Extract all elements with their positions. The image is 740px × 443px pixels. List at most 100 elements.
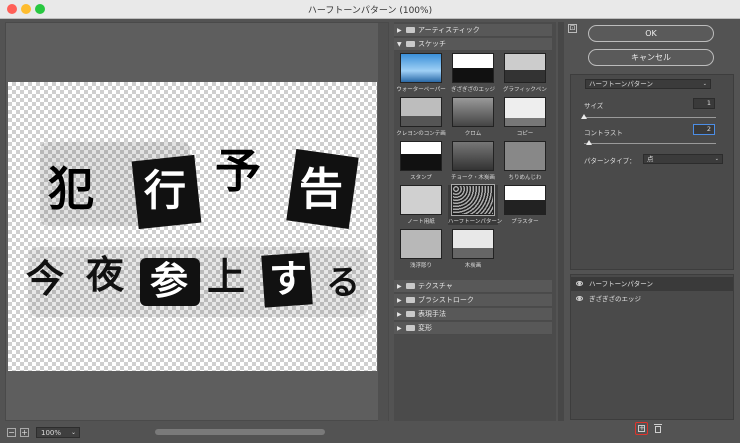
filter-thumbnail[interactable]: ウォーターペーパー <box>396 53 446 93</box>
category-label: 変形 <box>418 324 432 332</box>
thumbnail-image <box>400 229 442 259</box>
artwork-char: す <box>269 257 308 301</box>
size-slider[interactable] <box>581 114 716 119</box>
pattern-type-select[interactable]: 点 ⌄ <box>643 154 723 164</box>
filter-gallery-window: ハーフトーンパターン (100%) 犯 行 予 告 今 夜 参 上 す る − <box>0 0 740 443</box>
filter-gallery-list: ▶ アーティスティック ▼ スケッチ ウォーターペーパー ぎざぎざのエッジ グラ… <box>394 22 556 421</box>
category-brush-strokes[interactable]: ▶ ブラシストローク <box>394 294 552 307</box>
effect-layers-panel: ハーフトーンパターン ぎざぎざのエッジ <box>570 274 734 420</box>
preview-vertical-scrollbar[interactable] <box>378 23 388 421</box>
cancel-button[interactable]: キャンセル <box>588 49 714 66</box>
filter-thumbnail-selected[interactable]: ハーフトーンパターン <box>448 184 503 225</box>
artwork-char: 今 <box>26 257 65 301</box>
effect-layer-row[interactable]: ぎざぎざのエッジ <box>571 292 733 306</box>
filter-thumbnail[interactable]: スタンプ <box>396 141 446 181</box>
thumbnail-label: ハーフトーンパターン <box>448 219 503 225</box>
thumbnail-image <box>452 53 494 83</box>
thumbnail-image <box>451 184 495 216</box>
visibility-eye-icon[interactable] <box>576 281 583 286</box>
filter-settings-panel: ハーフトーンパターン ⌄ サイズ 1 コントラスト 2 パターンタイプ： 点 ⌄ <box>570 74 734 270</box>
preview-horizontal-scrollbar[interactable] <box>155 429 325 435</box>
category-label: テクスチャ <box>418 282 453 290</box>
category-label: スケッチ <box>418 40 446 48</box>
thumbnail-image <box>504 185 546 215</box>
artwork-char: 行 <box>144 166 187 215</box>
preview-bottom-bar: − + 100% ⌄ <box>5 423 389 440</box>
artwork-char: る <box>326 263 360 303</box>
folder-icon <box>406 41 415 47</box>
category-artistic[interactable]: ▶ アーティスティック <box>394 24 552 37</box>
thumbnail-label: グラフィックペン <box>503 87 547 93</box>
category-label: アーティスティック <box>418 26 480 34</box>
zoom-value: 100% <box>41 429 62 437</box>
category-distort[interactable]: ▶ 変形 <box>394 322 552 335</box>
filter-thumbnail[interactable]: コピー <box>500 97 550 137</box>
size-label: サイズ <box>584 102 604 110</box>
thumbnail-image <box>400 185 442 215</box>
contrast-slider[interactable] <box>584 140 716 145</box>
new-effect-layer-button[interactable]: + <box>635 422 648 435</box>
artwork-char: 参 <box>150 259 189 303</box>
size-input[interactable]: 1 <box>693 98 715 109</box>
filter-select[interactable]: ハーフトーンパターン ⌄ <box>585 79 711 89</box>
thumbnail-image <box>452 97 494 127</box>
category-texture[interactable]: ▶ テクスチャ <box>394 280 552 293</box>
delete-effect-layer-button[interactable] <box>654 424 662 433</box>
thumbnail-label: クレヨンのコンテ画 <box>396 131 446 137</box>
category-label: ブラシストローク <box>418 296 474 304</box>
contrast-slider-knob[interactable] <box>586 140 593 145</box>
thumbnail-image <box>400 141 442 171</box>
category-stylize[interactable]: ▶ 表現手法 <box>394 308 552 321</box>
filter-thumbnail[interactable]: 浅浮彫り <box>396 229 446 269</box>
window-title: ハーフトーンパターン (100%) <box>307 6 433 16</box>
collapse-triangle-icon: ▼ <box>397 41 402 48</box>
effect-layer-name: ぎざぎざのエッジ <box>589 295 641 303</box>
filter-thumbnail[interactable]: 木炭画 <box>448 229 498 269</box>
category-label: 表現手法 <box>418 310 446 318</box>
collapse-gallery-icon[interactable]: ⊡ <box>568 24 577 33</box>
thumbnail-label: ちりめんじわ <box>508 175 542 181</box>
pattern-type-label: パターンタイプ： <box>584 157 636 165</box>
expand-triangle-icon: ▶ <box>397 283 402 290</box>
filter-thumbnail[interactable]: クロム <box>448 97 498 137</box>
preview-canvas[interactable]: 犯 行 予 告 今 夜 参 上 す る <box>8 82 377 371</box>
contrast-input[interactable]: 2 <box>693 124 715 135</box>
filter-select-value: ハーフトーンパターン <box>589 80 653 88</box>
size-slider-knob[interactable] <box>581 114 587 119</box>
filter-thumbnail[interactable]: クレヨンのコンテ画 <box>396 97 446 137</box>
folder-icon <box>406 297 415 303</box>
chevron-down-icon: ⌄ <box>70 429 76 436</box>
preview-area: 犯 行 予 告 今 夜 参 上 す る <box>5 22 389 421</box>
ok-button[interactable]: OK <box>588 25 714 42</box>
expand-triangle-icon: ▶ <box>397 325 402 332</box>
thumbnail-label: チョーク・木炭画 <box>451 175 495 181</box>
filter-thumbnail[interactable]: チョーク・木炭画 <box>448 141 498 181</box>
zoom-in-button[interactable]: + <box>20 428 29 437</box>
thumbnail-label: プラスター <box>511 219 539 225</box>
filter-thumbnail[interactable]: グラフィックペン <box>500 53 550 93</box>
artwork-char: 夜 <box>86 253 125 297</box>
filter-thumbnail[interactable]: プラスター <box>500 185 550 225</box>
filter-thumbnail[interactable]: ノート用紙 <box>396 185 446 225</box>
visibility-eye-icon[interactable] <box>576 296 583 301</box>
thumbnail-image <box>504 53 546 83</box>
thumbnail-image <box>400 53 442 83</box>
thumbnail-image <box>504 141 546 171</box>
thumbnail-image <box>400 97 442 127</box>
filter-thumbnail[interactable]: ぎざぎざのエッジ <box>448 53 498 93</box>
gallery-scrollbar[interactable] <box>558 22 564 421</box>
thumbnail-image <box>504 97 546 127</box>
zoom-out-button[interactable]: − <box>7 428 16 437</box>
effect-layer-row-selected[interactable]: ハーフトーンパターン <box>571 277 733 291</box>
thumbnail-label: コピー <box>516 131 534 137</box>
filter-thumbnail[interactable]: ちりめんじわ <box>500 141 550 181</box>
zoom-select[interactable]: 100% ⌄ <box>36 427 80 438</box>
artwork-char: 犯 <box>48 162 94 216</box>
effect-layer-name: ハーフトーンパターン <box>589 280 653 288</box>
category-sketch[interactable]: ▼ スケッチ <box>394 38 552 51</box>
chevron-down-icon: ⌄ <box>714 156 719 162</box>
thumbnail-label: ノート用紙 <box>407 219 435 225</box>
folder-icon <box>406 283 415 289</box>
pattern-type-value: 点 <box>647 155 654 163</box>
thumbnail-image <box>452 229 494 259</box>
